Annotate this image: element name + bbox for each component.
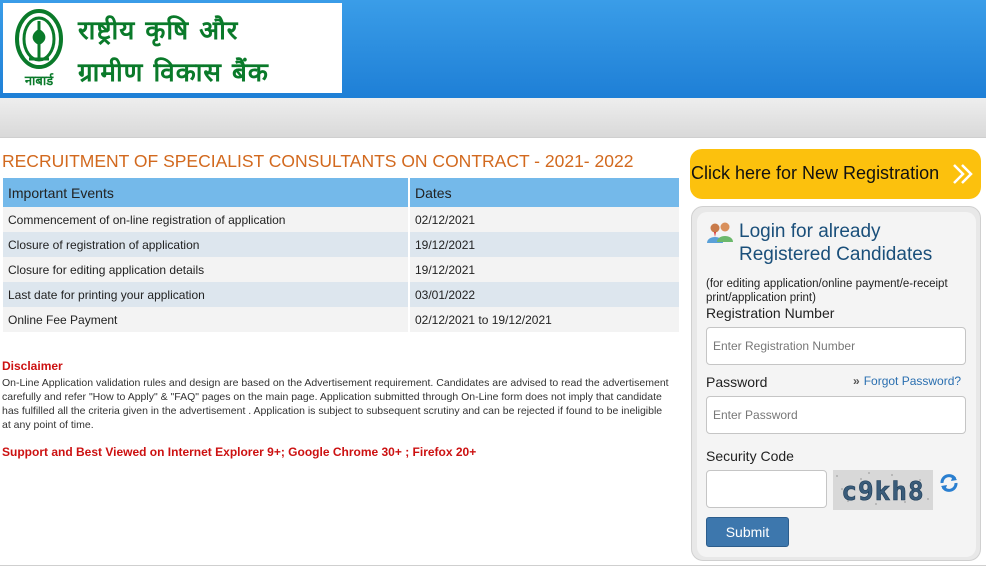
login-note: (for editing application/online payment/… xyxy=(706,278,948,304)
registration-number-label: Registration Number xyxy=(706,305,835,321)
login-title-line2: Registered Candidates xyxy=(739,244,933,265)
date-cell: 19/12/2021 xyxy=(409,257,681,282)
security-code-label: Security Code xyxy=(706,448,794,464)
forgot-password-link[interactable]: » Forgot Password? xyxy=(853,374,961,388)
new-registration-label: Click here for New Registration xyxy=(691,163,940,183)
users-icon xyxy=(707,222,733,243)
emblem-caption: नाबार्ड xyxy=(24,73,54,89)
browser-support-note: Support and Best Viewed on Internet Expl… xyxy=(2,445,477,459)
security-code-input[interactable] xyxy=(706,470,827,508)
column-header-events: Important Events xyxy=(3,178,410,207)
nav-bar xyxy=(0,98,986,138)
disclaimer-title: Disclaimer xyxy=(2,359,63,373)
event-cell: Last date for printing your application xyxy=(3,282,410,307)
login-title-line1: Login for already xyxy=(739,221,881,242)
captcha-text: c9kh8 xyxy=(841,477,924,507)
table-row: Closure for editing application details … xyxy=(3,257,681,282)
table-row: Online Fee Payment 02/12/2021 to 19/12/2… xyxy=(3,307,681,332)
important-events-table: Important Events Dates Commencement of o… xyxy=(3,178,681,332)
date-cell: 02/12/2021 to 19/12/2021 xyxy=(409,307,681,332)
new-registration-button[interactable]: Click here for New Registration xyxy=(690,149,981,199)
refresh-icon[interactable] xyxy=(938,472,960,494)
page-title: RECRUITMENT OF SPECIALIST CONSULTANTS ON… xyxy=(2,151,634,171)
submit-button[interactable]: Submit xyxy=(706,517,789,547)
table-row: Last date for printing your application … xyxy=(3,282,681,307)
table-row: Commencement of on-line registration of … xyxy=(3,207,681,232)
password-input[interactable] xyxy=(706,396,966,434)
date-cell: 03/01/2022 xyxy=(409,282,681,307)
logo-text-line2: ग्रामीण विकास बैंक xyxy=(78,58,269,88)
page: नाबार्ड राष्ट्रीय कृषि और ग्रामीण विकास … xyxy=(0,0,986,567)
double-chevron-small-icon: » xyxy=(853,374,860,388)
forgot-password-text: Forgot Password? xyxy=(863,374,962,388)
nabard-logo: नाबार्ड राष्ट्रीय कृषि और ग्रामीण विकास … xyxy=(3,3,342,93)
event-cell: Online Fee Payment xyxy=(3,307,410,332)
password-label: Password xyxy=(706,374,768,390)
disclaimer-text: On-Line Application validation rules and… xyxy=(2,377,669,431)
double-chevron-right-icon xyxy=(953,164,973,184)
header-banner: नाबार्ड राष्ट्रीय कृषि और ग्रामीण विकास … xyxy=(0,0,986,98)
logo-text-line1: राष्ट्रीय कृषि और xyxy=(78,16,239,46)
nabard-emblem-icon: नाबार्ड xyxy=(15,9,63,89)
event-cell: Closure for editing application details xyxy=(3,257,410,282)
date-cell: 19/12/2021 xyxy=(409,232,681,257)
column-header-dates: Dates xyxy=(409,178,681,207)
captcha-image: c9kh8 xyxy=(833,470,933,510)
registration-number-input[interactable] xyxy=(706,327,966,365)
event-cell: Commencement of on-line registration of … xyxy=(3,207,410,232)
date-cell: 02/12/2021 xyxy=(409,207,681,232)
table-row: Closure of registration of application 1… xyxy=(3,232,681,257)
event-cell: Closure of registration of application xyxy=(3,232,410,257)
bottom-divider xyxy=(0,565,986,566)
